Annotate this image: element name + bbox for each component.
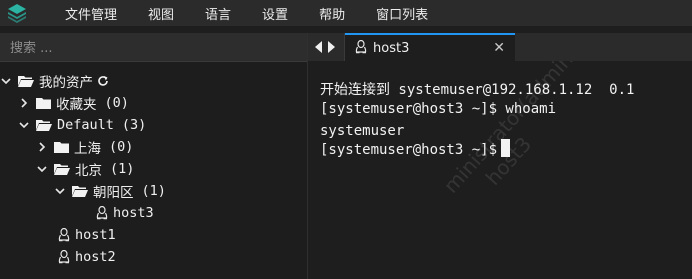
menu-view[interactable]: 视图 <box>148 4 174 23</box>
linux-icon <box>96 206 108 220</box>
tree-host-label: host2 <box>75 249 116 265</box>
refresh-icon[interactable] <box>97 75 109 87</box>
tree-root-label: 我的资产 <box>39 75 93 91</box>
tab-prev-icon[interactable] <box>314 38 323 57</box>
tree-item-label: 收藏夹 <box>56 97 97 113</box>
folder-open-icon <box>72 185 88 198</box>
menu-help[interactable]: 帮助 <box>319 4 345 23</box>
linux-icon <box>58 228 70 242</box>
search-box <box>0 33 307 62</box>
folder-icon <box>54 141 69 153</box>
tree-item-label: 上海 <box>74 141 101 157</box>
tree-host-host2[interactable]: host2 <box>58 246 116 268</box>
chevron-down-icon[interactable] <box>36 164 48 174</box>
tree-item-default[interactable]: Default (3) <box>18 114 146 136</box>
folder-open-icon <box>54 163 70 176</box>
tab-nav <box>314 38 344 57</box>
menu-window-list[interactable]: 窗口列表 <box>376 4 428 23</box>
asset-sidebar: 我的资产 收藏夹 (0) Default (3) <box>0 33 308 279</box>
chevron-down-icon[interactable] <box>54 186 66 196</box>
tree-item-label: 北京 <box>75 163 102 179</box>
tree-item-count: (1) <box>141 183 166 199</box>
tree-item-beijing[interactable]: 北京 (1) <box>36 158 134 180</box>
linux-icon <box>355 39 367 58</box>
tree-root[interactable]: 我的资产 <box>0 70 114 92</box>
linux-icon <box>58 250 70 264</box>
chevron-down-icon[interactable] <box>0 76 12 86</box>
tab-label: host3 <box>373 40 410 56</box>
tree-item-count: (3) <box>121 117 147 133</box>
tree-item-label: 朝阳区 <box>93 185 134 201</box>
tree-item-shanghai[interactable]: 上海 (0) <box>36 136 133 158</box>
folder-open-icon <box>36 119 52 132</box>
tree-host-host1[interactable]: host1 <box>58 224 116 246</box>
chevron-right-icon[interactable] <box>36 142 48 152</box>
menu-settings[interactable]: 设置 <box>262 4 288 23</box>
chevron-right-icon[interactable] <box>18 98 30 108</box>
tree-host-label: host3 <box>113 205 154 221</box>
folder-icon <box>36 97 51 109</box>
tree-item-chaoyang[interactable]: 朝阳区 (1) <box>54 180 166 202</box>
close-icon[interactable]: ✕ <box>493 40 505 56</box>
search-input[interactable] <box>8 34 302 62</box>
tree-item-label: Default <box>57 117 114 133</box>
tree-host-host3[interactable]: host3 <box>96 202 154 224</box>
tab-bar: host3 ✕ <box>308 33 692 61</box>
tab-host3[interactable]: host3 ✕ <box>345 33 515 61</box>
terminal-line: systemuser <box>320 123 405 139</box>
terminal[interactable]: 开始连接到 systemuser@192.168.1.12 0.1 [syste… <box>308 61 692 279</box>
menu-bar: 文件管理 视图 语言 设置 帮助 窗口列表 <box>0 0 692 26</box>
chevron-down-icon[interactable] <box>18 120 30 130</box>
tab-next-icon[interactable] <box>327 38 336 57</box>
tree-item-count: (0) <box>104 95 129 111</box>
app-logo-icon <box>4 0 30 26</box>
tree-host-label: host1 <box>75 227 116 243</box>
tree-item-favorites[interactable]: 收藏夹 (0) <box>18 92 129 114</box>
folder-open-icon <box>18 75 34 88</box>
tree-item-count: (1) <box>110 161 135 177</box>
tree-item-count: (0) <box>109 139 134 155</box>
menu-file-manager[interactable]: 文件管理 <box>65 4 117 23</box>
menu-language[interactable]: 语言 <box>205 4 231 23</box>
